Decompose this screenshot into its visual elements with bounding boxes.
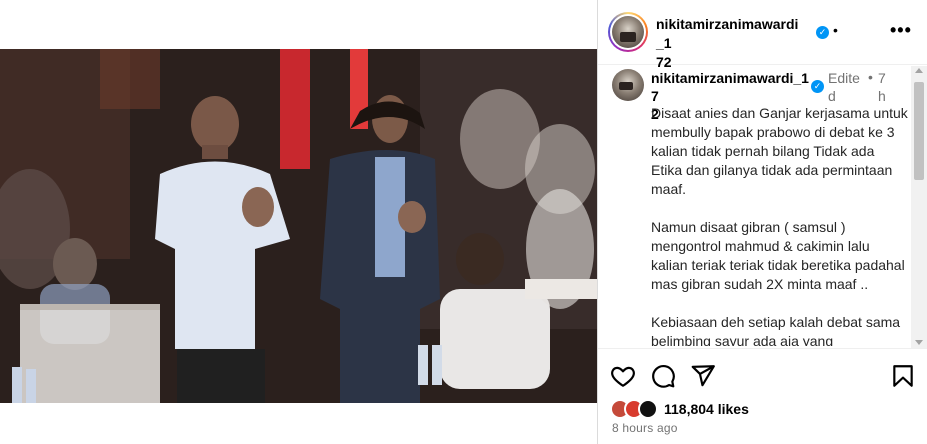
caption-dot: • [868,69,873,85]
instagram-post-view: nikitamirzanimawardi_1 72 ✓ • ••• nikita… [0,0,927,444]
post-timestamp[interactable]: 8 hours ago [612,421,678,435]
liker-avatar [638,399,658,419]
bookmark-icon[interactable] [890,363,916,389]
author-avatar [612,16,644,48]
caption-author-avatar[interactable] [612,69,644,101]
post-photo[interactable] [0,49,597,403]
photo-illustration [0,49,597,403]
caption-paragraph: Kebiasaan deh setiap kalah debat sama be… [651,314,901,346]
likes-row[interactable]: 118,804 likes [610,397,749,421]
caption-time[interactable]: 7 h [878,69,890,105]
comments-scrollbar[interactable] [911,66,927,348]
author-avatar-story-ring[interactable] [608,12,648,52]
post-sidebar: nikitamirzanimawardi_1 72 ✓ • ••• nikita… [598,0,927,444]
scroll-down-arrow-icon[interactable] [915,340,923,345]
caption-paragraph: Namun disaat gibran ( samsul ) mengontro… [651,219,905,292]
author-username[interactable]: nikitamirzanimawardi_1 72 [656,15,806,72]
verified-badge-icon: ✓ [816,26,829,39]
share-icon[interactable] [690,363,716,389]
likes-count[interactable]: 118,804 likes [664,401,749,417]
comments-section[interactable]: nikitamirzanimawardi_17 2 ✓ Edite d • 7 … [598,66,927,346]
caption-verified-icon: ✓ [811,80,824,93]
header-dot: • [833,22,838,38]
media-area [0,0,597,444]
post-header: nikitamirzanimawardi_1 72 ✓ • ••• [598,0,927,70]
scroll-thumb[interactable] [914,82,924,180]
scroll-up-arrow-icon[interactable] [915,68,923,73]
heart-icon[interactable] [610,363,636,389]
action-bar: 118,804 likes 8 hours ago [598,348,927,444]
comment-icon[interactable] [650,363,676,389]
edited-label: Edite d [828,70,860,104]
more-options-button[interactable]: ••• [890,20,912,41]
caption-paragraph: Disaat anies dan Ganjar kerjasama untuk … [651,105,908,197]
caption-text: Disaat anies dan Ganjar kerjasama untuk … [651,104,909,346]
